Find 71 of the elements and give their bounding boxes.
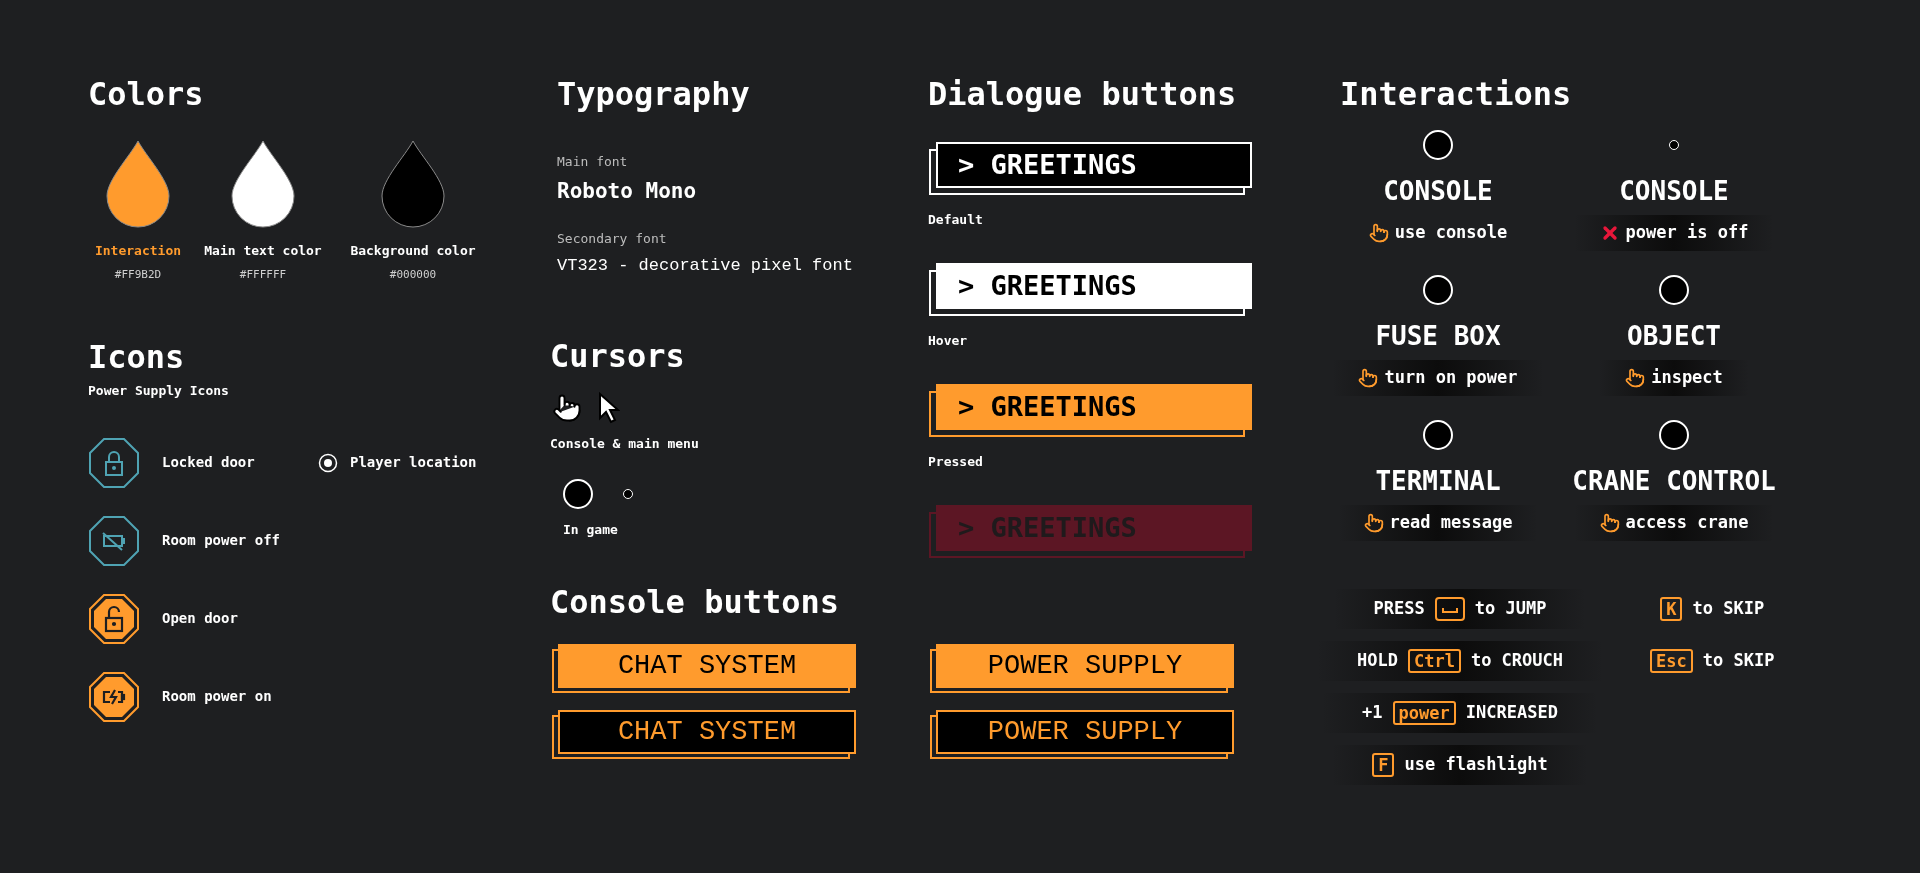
icon-label: Room power off (162, 531, 281, 550)
color-name: Interaction (94, 242, 182, 260)
interaction-title: CONSOLE (1383, 175, 1493, 208)
prompt-text: to SKIP (1702, 649, 1775, 673)
section-heading: Dialogue buttons (928, 74, 1238, 114)
prompt-text: use console (1394, 221, 1508, 245)
interaction-title: TERMINAL (1375, 465, 1501, 498)
small-circle-cursor-icon (623, 488, 633, 499)
hand-icon (1363, 513, 1384, 533)
prompt-text: to JUMP (1474, 597, 1547, 621)
interaction-title: FUSE BOX (1375, 320, 1501, 353)
key-cap: F (1372, 753, 1395, 777)
button-state-caption: Hover (928, 332, 969, 350)
small-marker-icon (1669, 140, 1679, 150)
key-cap: Ctrl (1407, 649, 1461, 673)
prompt-text: use flashlight (1404, 753, 1548, 777)
hand-icon (1599, 513, 1620, 533)
hand-icon (1625, 368, 1646, 388)
button-state-caption: Default (928, 211, 984, 229)
prompt-text: access crane (1625, 511, 1749, 535)
button-state-caption: Pressed (928, 453, 984, 471)
font-role: Secondary font (557, 230, 668, 248)
color-hex: #000000 (389, 266, 437, 283)
prompt-text: INCREASED (1465, 701, 1558, 725)
prompt-text: PRESS (1373, 597, 1425, 621)
cursor-caption: Console & main menu (550, 435, 700, 453)
hand-icon (1358, 368, 1379, 388)
hand-cursor-icon (552, 393, 582, 423)
font-name: Roboto Mono (557, 177, 698, 205)
player-location-icon (318, 452, 338, 473)
prompt-text: turn on power (1384, 366, 1518, 390)
section-heading: Cursors (550, 336, 686, 376)
large-circle-cursor-icon (563, 478, 593, 509)
section-heading: Colors (88, 74, 205, 114)
section-heading: Icons (88, 337, 186, 377)
color-name: Background color (350, 242, 476, 260)
font-role: Main font (557, 153, 629, 171)
prompt-text: inspect (1651, 366, 1723, 390)
prompt-text: HOLD (1357, 649, 1398, 673)
interaction-title: OBJECT (1627, 320, 1721, 353)
color-hex: #FFFFFF (239, 266, 287, 283)
prompt-text: to CROUCH (1470, 649, 1563, 673)
interaction-title: CONSOLE (1619, 175, 1729, 208)
icon-label: Player location (350, 453, 477, 472)
font-name: VT323 - decorative pixel font (557, 254, 854, 277)
arrow-cursor-icon (598, 392, 620, 424)
color-name: Main text color (204, 242, 322, 260)
prompt-text: to SKIP (1692, 597, 1765, 621)
color-hex: #FF9B2D (114, 266, 162, 283)
section-heading: Interactions (1340, 74, 1573, 114)
prompt-text: read message (1389, 511, 1513, 535)
cursor-caption: In game (562, 520, 619, 539)
prompt-text: power is off (1625, 221, 1749, 245)
interaction-marker-icon (1659, 420, 1689, 450)
interaction-marker-icon (1423, 420, 1453, 450)
interaction-title: CRANE CONTROL (1572, 465, 1776, 498)
hand-icon (1368, 223, 1389, 243)
icon-label: Room power on (162, 687, 273, 706)
icon-label: Locked door (162, 453, 256, 472)
icons-subtitle: Power Supply Icons (88, 382, 230, 400)
key-cap: K (1660, 597, 1683, 621)
interaction-marker-icon (1423, 130, 1453, 160)
interaction-marker-icon (1423, 275, 1453, 305)
key-cap: power (1392, 701, 1456, 725)
section-heading: Typography (557, 74, 751, 114)
interaction-marker-icon (1659, 275, 1689, 305)
prompt-text: +1 (1362, 701, 1383, 725)
space-key-icon (1434, 597, 1465, 621)
key-cap: Esc (1650, 649, 1693, 673)
icon-label: Open door (162, 609, 239, 628)
section-heading: Console buttons (550, 582, 840, 622)
